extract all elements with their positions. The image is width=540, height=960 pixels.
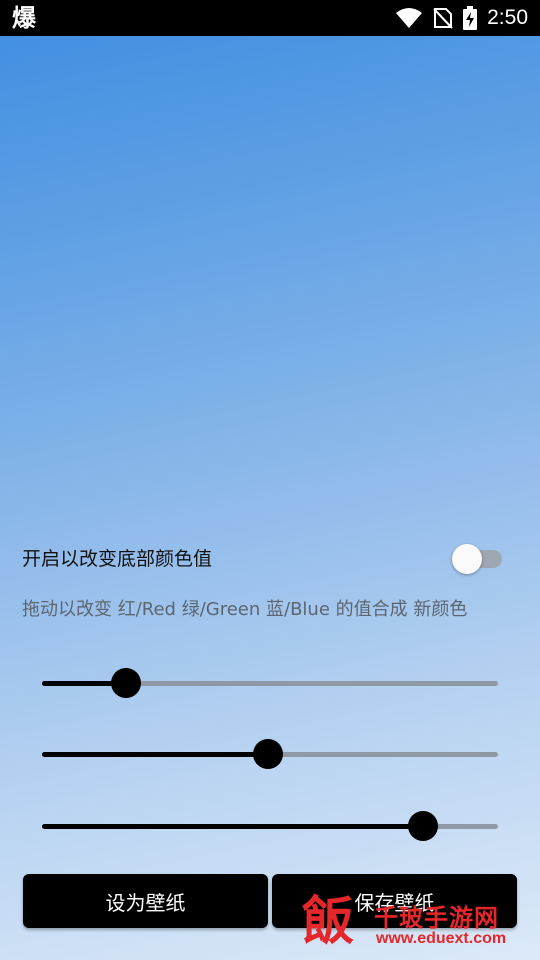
wallpaper-preview-screen: 爆 2:50 开启以改变底部颜色值 拖动以改变 红/Red 绿/Green 蓝/… [0,0,540,960]
slider-fill [42,824,423,829]
slider-fill [42,752,268,757]
set-wallpaper-button[interactable]: 设为壁纸 [23,874,268,928]
status-time: 2:50 [487,6,528,29]
save-wallpaper-button[interactable]: 保存壁纸 [272,874,517,928]
toggle-thumb [452,544,482,574]
rgb-hint-text: 拖动以改变 红/Red 绿/Green 蓝/Blue 的值合成 新颜色 [22,599,468,620]
battery-charging-icon [463,6,478,30]
app-notification-icon: 爆 [12,4,36,32]
slider-thumb[interactable] [111,668,141,698]
bottom-color-toggle[interactable] [452,543,504,575]
wifi-icon [396,8,423,28]
slider-thumb[interactable] [408,811,438,841]
status-bar: 爆 2:50 [0,0,540,36]
status-icons: 2:50 [395,0,528,36]
no-sim-icon [433,8,453,29]
blue-slider[interactable] [42,810,498,842]
watermark-url: www.eduext.com [376,930,507,947]
red-slider[interactable] [42,667,498,699]
slider-thumb[interactable] [253,739,283,769]
bottom-color-toggle-label: 开启以改变底部颜色值 [22,548,213,570]
green-slider[interactable] [42,738,498,770]
